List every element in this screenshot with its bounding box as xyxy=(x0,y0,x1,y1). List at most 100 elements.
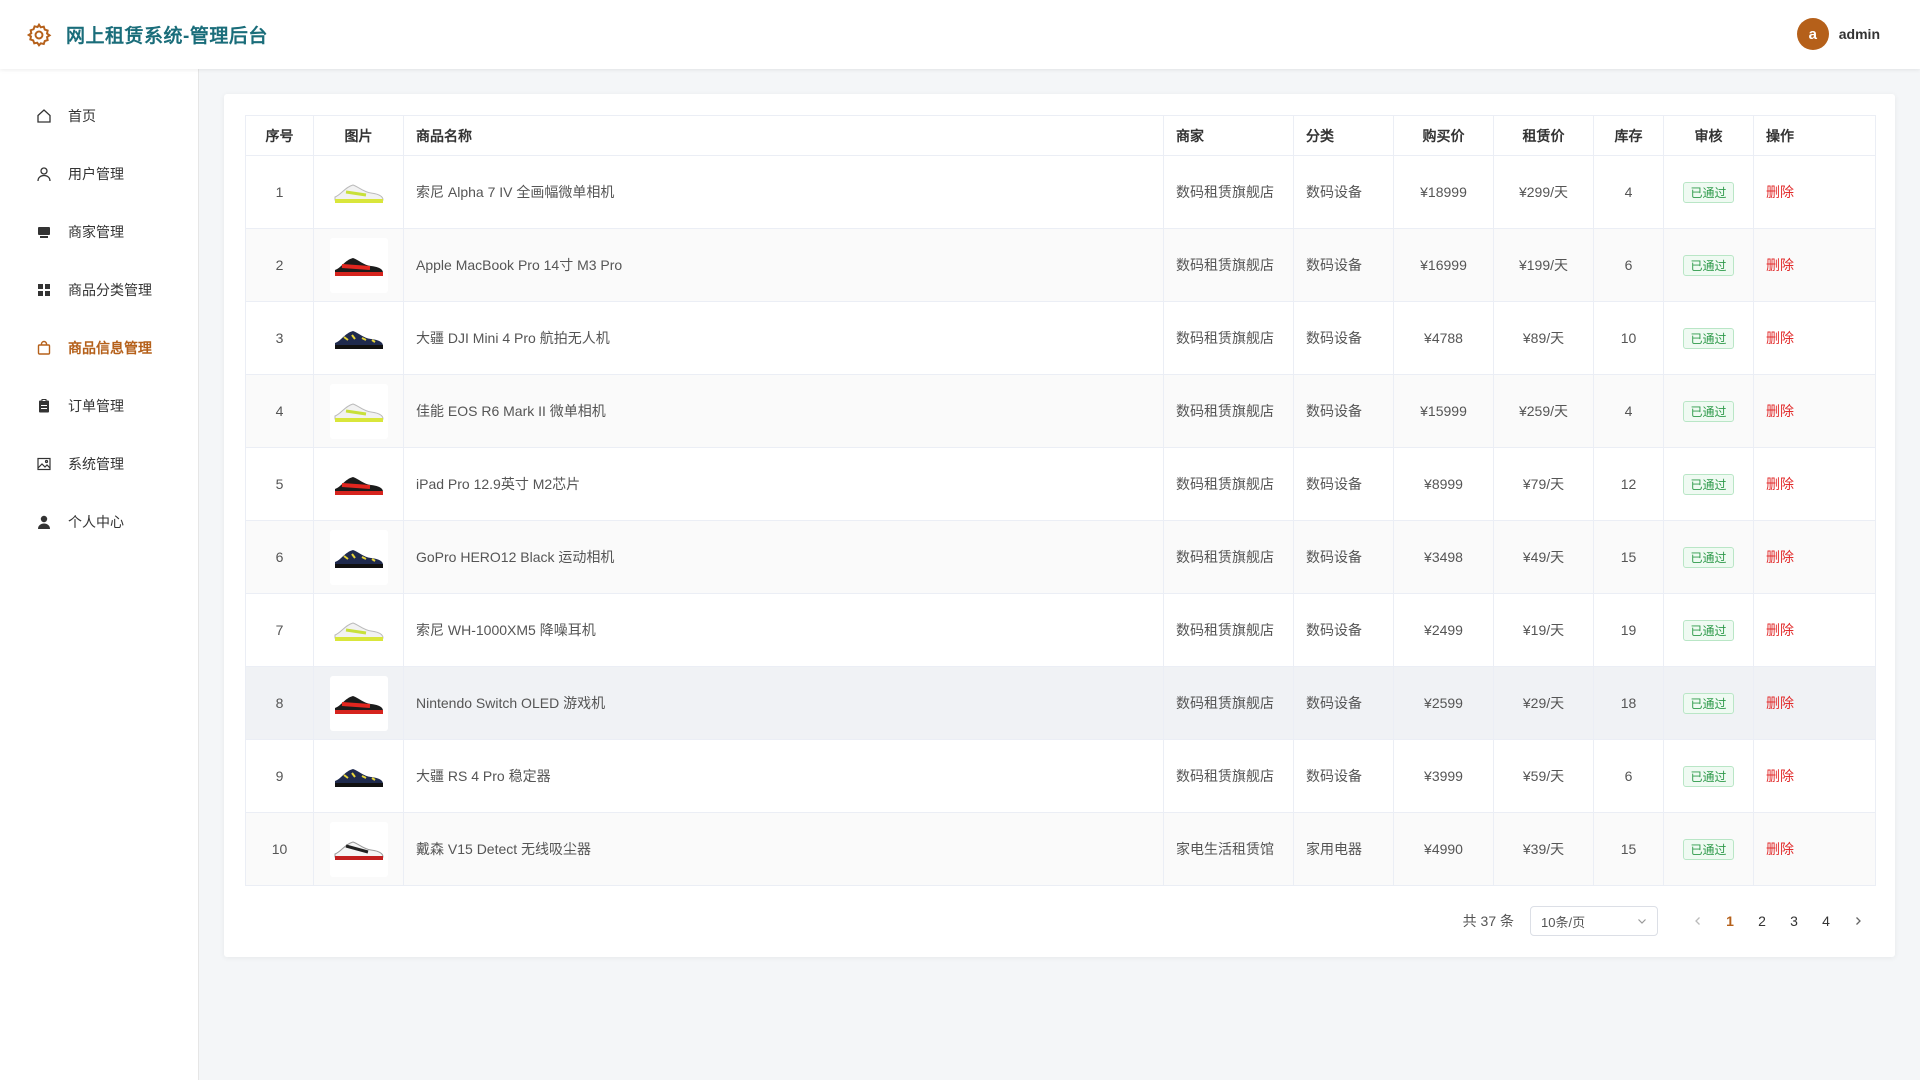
cell-action: 删除 xyxy=(1753,228,1876,302)
sidebar-item-home[interactable]: 首页 xyxy=(0,87,198,145)
product-thumbnail[interactable] xyxy=(329,383,388,439)
table-row[interactable]: 3 大疆 DJI Mini 4 Pro 航拍无人机 数码租赁旗舰店 数码设备 ¥4788… xyxy=(245,301,1876,375)
product-thumbnail[interactable] xyxy=(329,748,388,804)
cell-product-name: Nintendo Switch OLED 游戏机 xyxy=(403,666,1164,740)
cell-image xyxy=(313,155,404,229)
app-title: 网上租赁系统-管理后台 xyxy=(66,26,268,47)
product-thumbnail[interactable] xyxy=(329,237,388,293)
avatar[interactable]: a xyxy=(1796,18,1829,50)
sidebar-item-orders[interactable]: 订单管理 xyxy=(0,377,198,435)
cell-merchant: 数码租赁旗舰店 xyxy=(1163,593,1294,667)
cell-index: 10 xyxy=(245,812,314,886)
column-header: 商品名称 xyxy=(403,115,1164,156)
cell-index: 8 xyxy=(245,666,314,740)
page-1-button[interactable]: 1 xyxy=(1714,906,1746,936)
cell-rent-price: ¥19/天 xyxy=(1493,593,1594,667)
cell-merchant: 数码租赁旗舰店 xyxy=(1163,374,1294,448)
product-thumbnail[interactable] xyxy=(329,529,388,585)
sidebar-item-system[interactable]: 系统管理 xyxy=(0,435,198,493)
cell-image xyxy=(313,447,404,521)
table-row[interactable]: 2 Apple MacBook Pro 14寸 M3 Pro 数码租赁旗舰店 数码设备… xyxy=(245,228,1876,302)
cell-merchant: 数码租赁旗舰店 xyxy=(1163,155,1294,229)
sidebar-item-label: 订单管理 xyxy=(68,398,124,414)
delete-button[interactable]: 删除 xyxy=(1766,257,1794,273)
delete-button[interactable]: 删除 xyxy=(1766,403,1794,419)
sidebar-item-categories[interactable]: 商品分类管理 xyxy=(0,261,198,319)
delete-button[interactable]: 删除 xyxy=(1766,330,1794,346)
product-thumbnail[interactable] xyxy=(329,164,388,220)
username[interactable]: admin xyxy=(1839,26,1880,42)
cell-category: 数码设备 xyxy=(1293,593,1394,667)
delete-button[interactable]: 删除 xyxy=(1766,841,1794,857)
table-row[interactable]: 7 索尼 WH-1000XM5 降噪耳机 数码租赁旗舰店 数码设备 ¥2499 ¥19/天… xyxy=(245,593,1876,667)
table-header-row: 序号 图片 商品名称 商家 分类 购买价 租赁价 库存 审核 操作 xyxy=(245,115,1876,156)
table-row[interactable]: 9 大疆 RS 4 Pro 稳定器 数码租赁旗舰店 数码设备 ¥3999 ¥59/天 6 已通… xyxy=(245,739,1876,813)
product-thumbnail[interactable] xyxy=(329,675,388,731)
table-row[interactable]: 1 索尼 Alpha 7 IV 全画幅微单相机 数码租赁旗舰店 数码设备 ¥18999 ¥… xyxy=(245,155,1876,229)
cell-index: 6 xyxy=(245,520,314,594)
cell-review: 已通过 xyxy=(1663,228,1754,302)
cell-category: 家用电器 xyxy=(1293,812,1394,886)
cell-buy-price: ¥8999 xyxy=(1393,447,1494,521)
cell-action: 删除 xyxy=(1753,374,1876,448)
page-3-button[interactable]: 3 xyxy=(1778,906,1810,936)
column-header: 分类 xyxy=(1293,115,1394,156)
sidebar-item-label: 商品信息管理 xyxy=(68,340,152,356)
pagination: 共 37 条 10条/页 1 2 3 4 xyxy=(1463,906,1874,936)
delete-button[interactable]: 删除 xyxy=(1766,184,1794,200)
status-badge: 已通过 xyxy=(1683,546,1734,568)
delete-button[interactable]: 删除 xyxy=(1766,549,1794,565)
delete-button[interactable]: 删除 xyxy=(1766,476,1794,492)
gear-icon xyxy=(26,22,52,48)
cell-buy-price: ¥15999 xyxy=(1393,374,1494,448)
page-size-select[interactable]: 10条/页 xyxy=(1530,906,1658,936)
sidebar-item-users[interactable]: 用户管理 xyxy=(0,145,198,203)
cell-rent-price: ¥89/天 xyxy=(1493,301,1594,375)
status-badge: 已通过 xyxy=(1683,254,1734,276)
table-row[interactable]: 6 GoPro HERO12 Black 运动相机 数码租赁旗舰店 数码设备 ¥3498… xyxy=(245,520,1876,594)
cell-image xyxy=(313,593,404,667)
cell-category: 数码设备 xyxy=(1293,155,1394,229)
sidebar-item-products[interactable]: 商品信息管理 xyxy=(0,319,198,377)
cell-stock: 15 xyxy=(1593,520,1664,594)
status-badge: 已通过 xyxy=(1683,473,1734,495)
user-menu[interactable]: a admin xyxy=(1796,18,1880,50)
sidebar-item-merchants[interactable]: 商家管理 xyxy=(0,203,198,261)
sidebar-item-profile[interactable]: 个人中心 xyxy=(0,493,198,551)
column-header: 审核 xyxy=(1663,115,1754,156)
product-thumbnail[interactable] xyxy=(329,821,388,877)
column-header: 图片 xyxy=(313,115,404,156)
delete-button[interactable]: 删除 xyxy=(1766,622,1794,638)
table-row[interactable]: 5 iPad Pro 12.9英寸 M2芯片 数码租赁旗舰店 数码设备 ¥8999 ¥79… xyxy=(245,447,1876,521)
status-badge: 已通过 xyxy=(1683,181,1734,203)
cell-stock: 4 xyxy=(1593,374,1664,448)
cell-merchant: 家电生活租赁馆 xyxy=(1163,812,1294,886)
cell-buy-price: ¥4990 xyxy=(1393,812,1494,886)
cell-review: 已通过 xyxy=(1663,301,1754,375)
cell-rent-price: ¥299/天 xyxy=(1493,155,1594,229)
cell-image xyxy=(313,739,404,813)
home-icon xyxy=(35,107,53,125)
cell-product-name: 戴森 V15 Detect 无线吸尘器 xyxy=(403,812,1164,886)
status-badge: 已通过 xyxy=(1683,692,1734,714)
cell-review: 已通过 xyxy=(1663,520,1754,594)
cell-rent-price: ¥79/天 xyxy=(1493,447,1594,521)
delete-button[interactable]: 删除 xyxy=(1766,695,1794,711)
prev-page-button[interactable] xyxy=(1682,906,1714,936)
cell-merchant: 数码租赁旗舰店 xyxy=(1163,520,1294,594)
cell-merchant: 数码租赁旗舰店 xyxy=(1163,739,1294,813)
column-header: 操作 xyxy=(1753,115,1876,156)
table-row[interactable]: 4 佳能 EOS R6 Mark II 微单相机 数码租赁旗舰店 数码设备 ¥15999… xyxy=(245,374,1876,448)
product-thumbnail[interactable] xyxy=(329,310,388,366)
product-thumbnail[interactable] xyxy=(329,456,388,512)
delete-button[interactable]: 删除 xyxy=(1766,768,1794,784)
cell-review: 已通过 xyxy=(1663,739,1754,813)
table-row[interactable]: 8 Nintendo Switch OLED 游戏机 数码租赁旗舰店 数码设备 ¥259… xyxy=(245,666,1876,740)
product-thumbnail[interactable] xyxy=(329,602,388,658)
page-4-button[interactable]: 4 xyxy=(1810,906,1842,936)
status-badge: 已通过 xyxy=(1683,619,1734,641)
table-row[interactable]: 10 戴森 V15 Detect 无线吸尘器 家电生活租赁馆 家用电器 ¥4990 ¥39… xyxy=(245,812,1876,886)
next-page-button[interactable] xyxy=(1842,906,1874,936)
cell-review: 已通过 xyxy=(1663,374,1754,448)
page-2-button[interactable]: 2 xyxy=(1746,906,1778,936)
